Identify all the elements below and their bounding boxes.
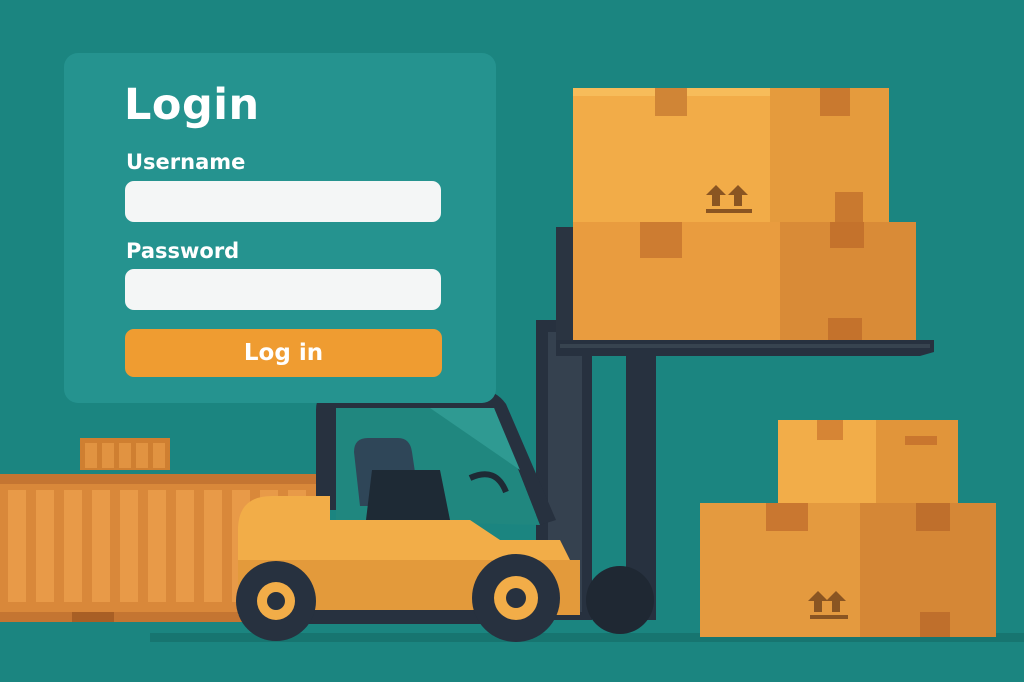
username-label: Username [126,150,246,174]
username-field[interactable] [125,181,441,222]
boxes-on-forks [573,88,916,340]
stacked-boxes-right [700,420,996,637]
login-button[interactable]: Log in [125,329,442,377]
login-title: Login [124,80,260,130]
password-label: Password [126,239,240,263]
password-field[interactable] [125,269,441,310]
